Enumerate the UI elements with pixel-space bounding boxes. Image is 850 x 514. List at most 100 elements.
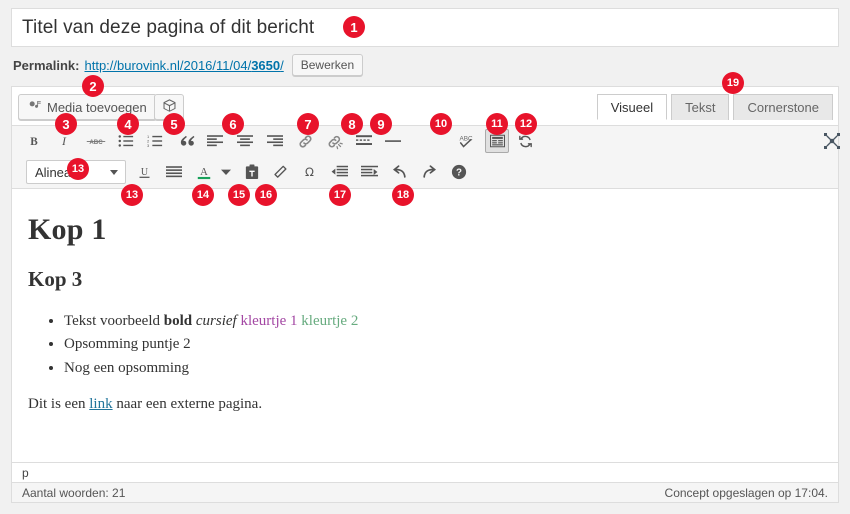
paste-as-text-button[interactable] bbox=[240, 160, 264, 184]
svg-text:Ω: Ω bbox=[305, 165, 314, 179]
omega-icon: Ω bbox=[302, 164, 317, 180]
clear-formatting-button[interactable] bbox=[268, 160, 292, 184]
remove-link-button[interactable] bbox=[322, 129, 346, 153]
content-heading-3: Kop 3 bbox=[28, 267, 83, 291]
list-item-color-2: kleurtje 2 bbox=[301, 313, 359, 329]
annotation-badge-13: 13 bbox=[121, 184, 143, 206]
unlink-icon bbox=[326, 133, 343, 150]
content-paragraph: Dit is een link naar een externe pagina. bbox=[28, 396, 822, 413]
justify-button[interactable] bbox=[162, 160, 186, 184]
undo-button[interactable] bbox=[387, 160, 411, 184]
annotation-badge-14: 14 bbox=[192, 184, 214, 206]
annotation-badge-19: 19 bbox=[722, 72, 744, 94]
element-path-bar: p bbox=[12, 462, 838, 482]
permalink-link[interactable]: http://burovink.nl/2016/11/04/3650/ bbox=[84, 58, 283, 73]
paragraph-before: Dit is een bbox=[28, 395, 90, 412]
list-item: Tekst voorbeeld bold cursief kleurtje 1 … bbox=[64, 310, 822, 333]
editor-toolbar: B I ABC 1 2 3 ABC Alinea U A Ω ? bbox=[12, 125, 840, 189]
permalink-url-suffix: / bbox=[280, 57, 284, 73]
underline-button[interactable]: U bbox=[132, 160, 156, 184]
special-character-button[interactable]: Ω bbox=[297, 160, 321, 184]
annotation-badge-18: 18 bbox=[392, 184, 414, 206]
chevron-down-icon bbox=[110, 170, 118, 175]
annotation-badge-1: 1 bbox=[343, 16, 365, 38]
svg-text:B: B bbox=[30, 136, 38, 148]
justify-icon bbox=[166, 165, 182, 179]
align-right-icon bbox=[267, 134, 283, 148]
permalink-edit-button[interactable]: Bewerken bbox=[291, 54, 364, 76]
strikethrough-icon: ABC bbox=[86, 134, 106, 148]
post-title-field[interactable]: Titel van deze pagina of dit bericht bbox=[11, 8, 839, 47]
quote-icon bbox=[178, 133, 196, 149]
list-item-bold: bold bbox=[163, 313, 193, 329]
refresh-icon bbox=[518, 134, 533, 149]
undo-icon bbox=[391, 164, 408, 180]
svg-text:U: U bbox=[140, 167, 148, 178]
text-color-icon: A bbox=[196, 164, 212, 181]
permalink-url-prefix: http://burovink.nl/2016/11/04/ bbox=[84, 57, 252, 73]
horizontal-rule-icon bbox=[385, 134, 401, 148]
strikethrough-button[interactable]: ABC bbox=[84, 129, 108, 153]
annotation-badge-10: 10 bbox=[430, 113, 452, 135]
eraser-icon bbox=[272, 164, 288, 180]
editor-mode-tabs: Visueel Tekst Cornerstone bbox=[593, 94, 833, 120]
redo-button[interactable] bbox=[417, 160, 441, 184]
media-icon bbox=[28, 99, 42, 116]
post-title-value: Titel van deze pagina of dit bericht bbox=[22, 16, 315, 38]
kitchen-sink-icon bbox=[489, 134, 505, 148]
help-icon: ? bbox=[451, 164, 467, 180]
text-color-button[interactable]: A bbox=[192, 160, 216, 184]
indent-icon bbox=[360, 165, 378, 179]
numbered-list-icon: 1 2 3 bbox=[147, 134, 163, 148]
annotation-badge-5: 5 bbox=[163, 113, 185, 135]
annotation-badge-7: 7 bbox=[297, 113, 319, 135]
keyboard-shortcuts-button[interactable]: ? bbox=[447, 160, 471, 184]
bold-button[interactable]: B bbox=[22, 129, 46, 153]
annotation-badge-13: 13 bbox=[67, 158, 89, 180]
tab-cornerstone[interactable]: Cornerstone bbox=[733, 94, 833, 120]
content-bullet-list: Tekst voorbeeld bold cursief kleurtje 1 … bbox=[28, 310, 822, 380]
spellcheck-button[interactable]: ABC bbox=[455, 129, 479, 153]
content-heading-1: Kop 1 bbox=[28, 213, 107, 246]
outdent-icon bbox=[331, 165, 348, 179]
annotation-badge-6: 6 bbox=[222, 113, 244, 135]
tab-tekst[interactable]: Tekst bbox=[671, 94, 730, 120]
align-center-icon bbox=[237, 134, 253, 148]
italic-icon: I bbox=[56, 133, 72, 149]
element-path-value[interactable]: p bbox=[22, 466, 29, 480]
fullscreen-button[interactable] bbox=[820, 129, 844, 153]
read-more-icon bbox=[356, 134, 372, 148]
editor-panel: Media toevoegen Visueel Tekst Cornerston… bbox=[11, 86, 840, 503]
annotation-badge-2: 2 bbox=[82, 75, 104, 97]
annotation-badge-11: 11 bbox=[486, 113, 508, 135]
chevron-down-icon bbox=[221, 168, 231, 176]
tab-visueel[interactable]: Visueel bbox=[596, 94, 668, 120]
svg-text:ABC: ABC bbox=[89, 139, 103, 146]
outdent-button[interactable] bbox=[327, 160, 351, 184]
permalink-row: Permalink: http://burovink.nl/2016/11/04… bbox=[13, 53, 364, 77]
bold-icon: B bbox=[26, 133, 42, 149]
link-icon bbox=[297, 133, 314, 150]
numbered-list-button[interactable]: 1 2 3 bbox=[143, 129, 167, 153]
svg-text:?: ? bbox=[456, 168, 462, 179]
word-count-label: Aantal woorden: 21 bbox=[22, 485, 126, 500]
draft-saved-label: Concept opgeslagen op 17:04. bbox=[664, 485, 828, 500]
permalink-url-slug: 3650 bbox=[251, 57, 281, 73]
wordpress-editor-screen: Titel van deze pagina of dit bericht Per… bbox=[0, 0, 850, 514]
paragraph-format-value: Alinea bbox=[35, 164, 72, 180]
paragraph-after: naar een externe pagina. bbox=[112, 395, 263, 412]
svg-text:3: 3 bbox=[147, 143, 149, 148]
fullscreen-icon bbox=[824, 133, 840, 149]
text-color-dropdown[interactable] bbox=[214, 160, 238, 184]
align-right-button[interactable] bbox=[263, 129, 287, 153]
annotation-badge-3: 3 bbox=[55, 113, 77, 135]
align-left-button[interactable] bbox=[203, 129, 227, 153]
list-item: Opsomming puntje 2 bbox=[64, 333, 822, 356]
editor-content-area[interactable]: Kop 1 Kop 3 Tekst voorbeeld bold cursief… bbox=[12, 191, 838, 462]
indent-button[interactable] bbox=[357, 160, 381, 184]
content-inline-link[interactable]: link bbox=[89, 396, 112, 412]
redo-icon bbox=[421, 164, 438, 180]
editor-status-bar: Aantal woorden: 21 Concept opgeslagen op… bbox=[12, 482, 838, 502]
align-left-icon bbox=[207, 134, 223, 148]
paste-as-text-icon bbox=[245, 164, 259, 180]
